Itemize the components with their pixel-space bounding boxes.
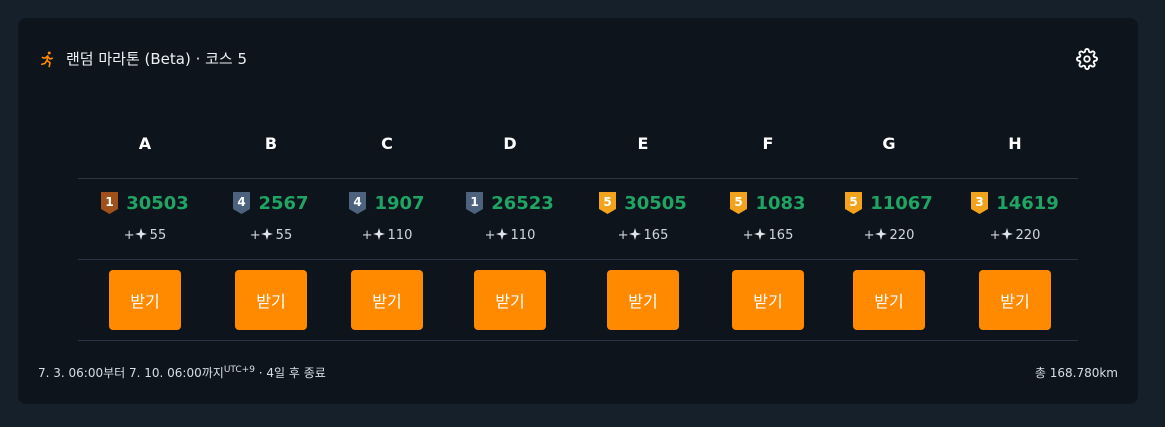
tier-value: 1 26523: [450, 192, 570, 214]
divider-top: [78, 178, 1078, 179]
tier-value: 5 30505: [583, 192, 703, 214]
tier-value: 4 2567: [211, 192, 331, 214]
tier-value: 3 14619: [955, 192, 1075, 214]
reward-prefix: +: [361, 228, 373, 243]
reward-amount: +220: [829, 228, 949, 243]
tier-badge-icon: 3: [971, 192, 989, 214]
svg-text:5: 5: [604, 195, 612, 209]
gear-icon[interactable]: [1076, 48, 1098, 70]
diamond-icon: [134, 228, 147, 240]
column-label: A: [138, 134, 152, 153]
reward-amount: +55: [211, 228, 331, 243]
claim-button[interactable]: 받기: [979, 270, 1051, 330]
column-label: G: [882, 134, 896, 153]
reward-prefix: +: [249, 228, 261, 243]
tier-score: 14619: [996, 192, 1059, 214]
divider-bottom: [78, 340, 1078, 341]
tier-score: 11067: [870, 192, 933, 214]
tier-value: 1 30503: [85, 192, 205, 214]
diamond-icon: [495, 228, 508, 240]
diamond-icon: [874, 228, 887, 240]
tier-badge-icon: 5: [599, 192, 617, 214]
reward-value: 55: [149, 228, 167, 243]
claim-button[interactable]: 받기: [853, 270, 925, 330]
timezone-label: UTC+9: [223, 365, 255, 375]
reward-amount: +165: [708, 228, 828, 243]
tier-score: 1907: [374, 192, 425, 214]
tier-score: 26523: [491, 192, 554, 214]
svg-text:1: 1: [471, 195, 479, 209]
tier-value: 5 1083: [708, 192, 828, 214]
svg-text:5: 5: [850, 195, 858, 209]
diamond-icon: [260, 228, 273, 240]
reward-amount: +110: [327, 228, 447, 243]
tier-badge-icon: 4: [349, 192, 367, 214]
claim-button[interactable]: 받기: [109, 270, 181, 330]
tier-score: 2567: [258, 192, 309, 214]
diamond-icon: [1000, 228, 1013, 240]
course-period: 7. 3. 06:00부터 7. 10. 06:00까지UTC+9 · 4일 후…: [38, 364, 326, 381]
tier-badge-icon: 4: [233, 192, 251, 214]
tier-badge-icon: 1: [101, 192, 119, 214]
svg-text:3: 3: [976, 195, 984, 209]
running-person-icon: [38, 50, 56, 68]
total-distance: 총 168.780km: [1034, 366, 1118, 380]
tier-badge-icon: 5: [730, 192, 748, 214]
reward-prefix: +: [484, 228, 496, 243]
tier-badge-icon: 5: [845, 192, 863, 214]
reward-prefix: +: [863, 228, 875, 243]
reward-prefix: +: [123, 228, 135, 243]
tier-value: 5 11067: [829, 192, 949, 214]
tier-score: 1083: [755, 192, 806, 214]
reward-prefix: +: [617, 228, 629, 243]
svg-text:4: 4: [238, 195, 246, 209]
period-text: 7. 3. 06:00부터 7. 10. 06:00까지: [38, 366, 224, 380]
reward-amount: +55: [85, 228, 205, 243]
reward-prefix: +: [742, 228, 754, 243]
marathon-card: 랜덤 마라톤 (Beta) · 코스 5 A 1 30503 +55 받기 B 4 2567 +…: [18, 18, 1138, 404]
column-label: F: [762, 134, 774, 153]
reward-amount: +220: [955, 228, 1075, 243]
card-header: 랜덤 마라톤 (Beta) · 코스 5: [38, 48, 247, 69]
reward-value: 220: [889, 228, 915, 243]
reward-value: 220: [1015, 228, 1041, 243]
tier-score: 30503: [126, 192, 189, 214]
reward-amount: +110: [450, 228, 570, 243]
column-label: C: [381, 134, 393, 153]
reward-prefix: +: [989, 228, 1001, 243]
column-label: B: [264, 134, 278, 153]
reward-amount: +165: [583, 228, 703, 243]
claim-button[interactable]: 받기: [732, 270, 804, 330]
diamond-icon: [753, 228, 766, 240]
claim-button[interactable]: 받기: [474, 270, 546, 330]
claim-button[interactable]: 받기: [607, 270, 679, 330]
svg-text:4: 4: [354, 195, 362, 209]
reward-value: 165: [643, 228, 669, 243]
reward-value: 55: [275, 228, 293, 243]
diamond-icon: [628, 228, 641, 240]
svg-text:1: 1: [106, 195, 114, 209]
column-label: E: [637, 134, 649, 153]
reward-value: 110: [387, 228, 413, 243]
tier-score: 30505: [624, 192, 687, 214]
divider-middle: [78, 259, 1078, 260]
claim-button[interactable]: 받기: [351, 270, 423, 330]
column-label: H: [1008, 134, 1022, 153]
tier-badge-icon: 1: [466, 192, 484, 214]
reward-value: 110: [510, 228, 536, 243]
diamond-icon: [372, 228, 385, 240]
reward-value: 165: [768, 228, 794, 243]
svg-text:5: 5: [735, 195, 743, 209]
tier-value: 4 1907: [327, 192, 447, 214]
column-label: D: [503, 134, 517, 153]
remaining-text: · 4일 후 종료: [254, 366, 326, 380]
claim-button[interactable]: 받기: [235, 270, 307, 330]
page-title: 랜덤 마라톤 (Beta) · 코스 5: [66, 50, 248, 68]
